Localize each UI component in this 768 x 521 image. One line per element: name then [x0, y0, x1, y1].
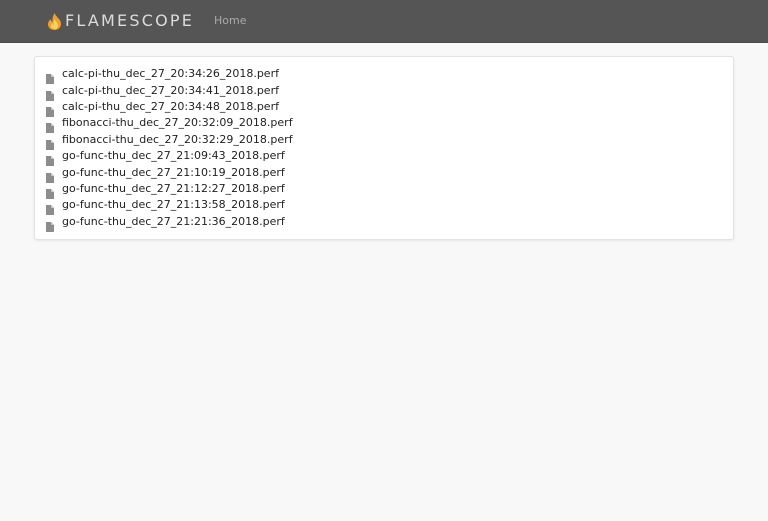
- flame-icon: [46, 12, 63, 31]
- file-icon: [46, 168, 54, 183]
- file-list-item[interactable]: fibonacci-thu_dec_27_20:32:09_2018.perf: [46, 115, 293, 134]
- file-list-item[interactable]: go-func-thu_dec_27_21:13:58_2018.perf: [46, 197, 293, 216]
- file-name: go-func-thu_dec_27_21:12:27_2018.perf: [62, 181, 285, 195]
- file-icon: [46, 217, 54, 232]
- brand-link[interactable]: FLAMESCOPE: [46, 10, 194, 32]
- file-name: fibonacci-thu_dec_27_20:32:09_2018.perf: [62, 116, 293, 130]
- file-name: calc-pi-thu_dec_27_20:34:26_2018.perf: [62, 67, 279, 81]
- file-list-item[interactable]: go-func-thu_dec_27_21:21:36_2018.perf: [46, 214, 293, 232]
- file-name: go-func-thu_dec_27_21:09:43_2018.perf: [62, 149, 285, 163]
- file-list-panel: calc-pi-thu_dec_27_20:34:26_2018.perfcal…: [34, 56, 734, 240]
- file-icon: [46, 102, 54, 117]
- file-name: calc-pi-thu_dec_27_20:34:48_2018.perf: [62, 99, 279, 113]
- file-name: fibonacci-thu_dec_27_20:32:29_2018.perf: [62, 132, 293, 146]
- file-icon: [46, 135, 54, 150]
- file-list: calc-pi-thu_dec_27_20:34:26_2018.perfcal…: [46, 66, 293, 232]
- file-list-item[interactable]: calc-pi-thu_dec_27_20:34:26_2018.perf: [46, 66, 293, 85]
- file-list-item[interactable]: calc-pi-thu_dec_27_20:34:48_2018.perf: [46, 99, 293, 117]
- file-icon: [46, 118, 54, 134]
- file-list-item[interactable]: calc-pi-thu_dec_27_20:34:41_2018.perf: [46, 82, 293, 101]
- file-list-item[interactable]: go-func-thu_dec_27_21:12:27_2018.perf: [46, 181, 293, 199]
- file-name: calc-pi-thu_dec_27_20:34:41_2018.perf: [62, 83, 279, 97]
- file-name: go-func-thu_dec_27_21:13:58_2018.perf: [62, 198, 285, 212]
- nav-home-link[interactable]: Home: [214, 14, 246, 28]
- navbar: FLAMESCOPE Home: [0, 0, 768, 43]
- file-icon: [46, 200, 54, 216]
- file-name: go-func-thu_dec_27_21:21:36_2018.perf: [62, 214, 285, 228]
- file-icon: [46, 151, 54, 167]
- file-list-item[interactable]: fibonacci-thu_dec_27_20:32:29_2018.perf: [46, 132, 293, 150]
- file-icon: [46, 184, 54, 199]
- file-list-item[interactable]: go-func-thu_dec_27_21:10:19_2018.perf: [46, 164, 293, 183]
- brand-title: FLAMESCOPE: [65, 11, 195, 30]
- file-name: go-func-thu_dec_27_21:10:19_2018.perf: [62, 165, 285, 179]
- file-list-item[interactable]: go-func-thu_dec_27_21:09:43_2018.perf: [46, 148, 293, 167]
- file-icon: [46, 69, 54, 85]
- file-icon: [46, 86, 54, 101]
